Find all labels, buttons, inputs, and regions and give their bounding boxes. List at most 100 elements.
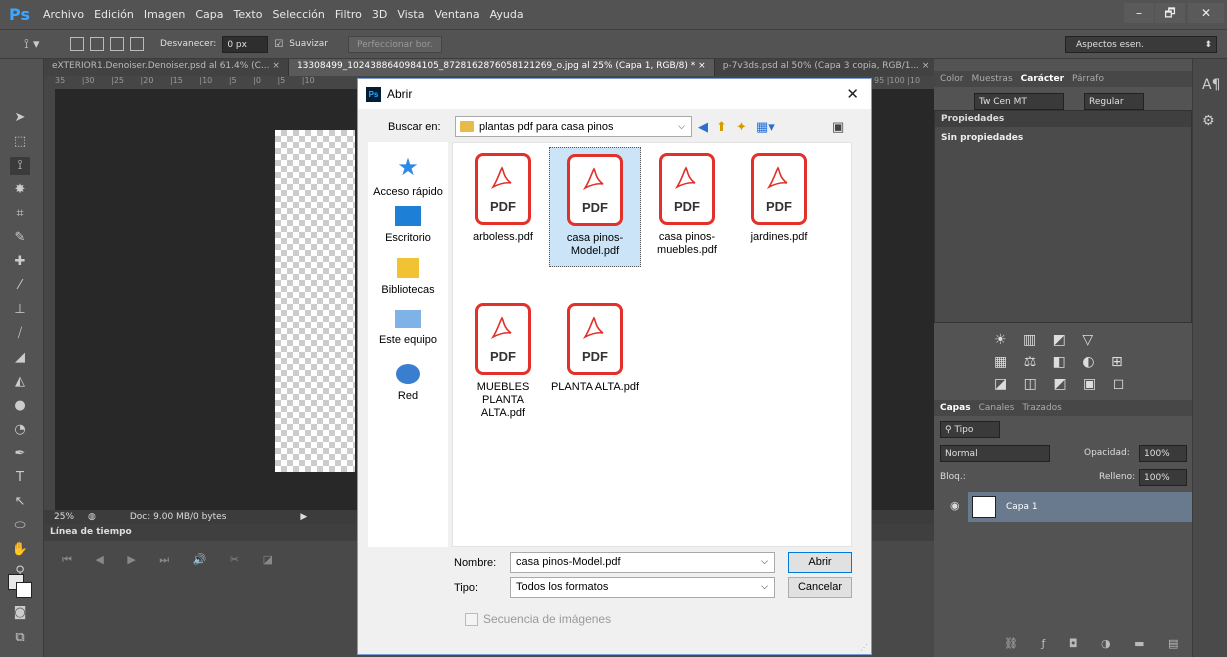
resize-grip-icon[interactable]: ⋰ (860, 643, 868, 652)
marquee-tool-icon[interactable]: ⬚ (10, 133, 30, 151)
layer-filter-select[interactable]: ⚲ Tipo (940, 421, 1000, 438)
move-tool-icon[interactable]: ➤ (10, 109, 30, 127)
hand-tool-icon[interactable]: ✋ (10, 541, 30, 559)
place-network[interactable]: Red (368, 364, 448, 402)
refine-edge-button[interactable]: Perfeccionar bor. (347, 35, 442, 53)
new-folder-icon[interactable]: ✦ (736, 119, 747, 135)
doc-tab-p7v3ds[interactable]: p-7v3ds.psd al 50% (Capa 3 copia, RGB/1.… (715, 59, 939, 76)
up-folder-icon[interactable]: ⬆ (716, 119, 727, 135)
eraser-tool-icon[interactable]: ◢ (10, 349, 30, 367)
tab-muestras[interactable]: Muestras (972, 74, 1013, 84)
pdf-file-icon: PDF (751, 153, 807, 225)
tab-caracter[interactable]: Carácter (1021, 74, 1064, 84)
zoom-level[interactable]: 25% (54, 512, 74, 522)
stamp-tool-icon[interactable]: ⊥ (10, 301, 30, 319)
screen-mode-icon[interactable]: ⧉ (10, 629, 30, 647)
background-color-swatch[interactable] (16, 582, 32, 598)
image-sequence-checkbox[interactable] (465, 612, 478, 626)
antialias-checkbox-icon[interactable]: ☑ (274, 39, 283, 50)
close-window-button[interactable]: ✕ (1188, 3, 1224, 23)
tab-trazados[interactable]: Trazados (1022, 403, 1062, 413)
file-item[interactable]: PDF PLANTA ALTA.pdf (549, 297, 641, 417)
file-item[interactable]: PDF MUEBLES PLANTA ALTA.pdf (457, 297, 549, 419)
maximize-button[interactable]: 🗗 (1155, 3, 1185, 23)
adjustment-icons[interactable]: ☀ ▥ ◩ ▽ ▦ ⚖ ◧ ◐ ⊞ ◪ ◫ ◩ ▣ ◻ (994, 329, 1134, 395)
menu-texto[interactable]: Texto (228, 8, 267, 21)
menu-edicion[interactable]: Edición (89, 8, 139, 21)
history-brush-tool-icon[interactable]: ⧸ (10, 325, 30, 343)
properties-panel-icon[interactable]: ⚙ (1202, 113, 1227, 129)
feather-label: Desvanecer: (160, 39, 217, 49)
document-canvas-transparent[interactable] (275, 130, 355, 472)
menu-capa[interactable]: Capa (190, 8, 228, 21)
lasso-icon[interactable]: ⟟ ▾ (24, 37, 64, 52)
minimize-button[interactable]: – (1124, 3, 1154, 23)
shape-tool-icon[interactable]: ⬭ (10, 517, 30, 535)
menu-ventana[interactable]: Ventana (429, 8, 484, 21)
share-icon[interactable]: ◍ (88, 512, 96, 522)
dodge-tool-icon[interactable]: ◔ (10, 421, 30, 439)
filename-input[interactable]: casa pinos-Model.pdf ⌵ (510, 552, 775, 573)
crop-tool-icon[interactable]: ⌗ (10, 205, 30, 223)
magic-wand-tool-icon[interactable]: ✸ (10, 181, 30, 199)
tab-canales[interactable]: Canales (979, 403, 1015, 413)
menu-archivo[interactable]: Archivo (38, 8, 89, 21)
close-dialog-icon[interactable]: ✕ (846, 85, 859, 103)
feather-input[interactable]: 0 px (222, 35, 269, 53)
lasso-tool-icon[interactable]: ⟟ (10, 157, 30, 175)
character-panel-icon[interactable]: A¶ (1202, 77, 1227, 93)
chevron-down-icon: ⬍ (1204, 40, 1212, 50)
file-item[interactable]: PDF arboless.pdf (457, 147, 549, 267)
doc-tab-exterior[interactable]: eXTERIOR1.Denoiser.Denoiser.psd al 61.4%… (44, 59, 289, 76)
open-button[interactable]: Abrir (788, 552, 852, 573)
fill-input[interactable]: 100% (1139, 469, 1187, 486)
back-icon[interactable]: ◀ (698, 119, 708, 135)
file-item[interactable]: PDF jardines.pdf (733, 147, 825, 267)
tab-capas[interactable]: Capas (940, 403, 971, 413)
opacity-input[interactable]: 100% (1139, 445, 1187, 462)
add-selection-icon[interactable] (90, 37, 104, 51)
chevron-down-icon: ⌵ (678, 121, 685, 131)
lookin-select[interactable]: plantas pdf para casa pinos ⌵ (455, 116, 692, 137)
place-quick-access[interactable]: ★ Acceso rápido (368, 156, 448, 199)
cancel-button[interactable]: Cancelar (788, 577, 852, 598)
visibility-eye-icon[interactable]: ◉ (950, 499, 960, 512)
menu-vista[interactable]: Vista (392, 8, 429, 21)
brush-tool-icon[interactable]: ⁄ (10, 277, 30, 295)
doc-tab-active[interactable]: 13308499_1024388640984105_87281628760581… (288, 59, 715, 76)
pen-tool-icon[interactable]: ✒ (10, 445, 30, 463)
menu-filtro[interactable]: Filtro (330, 8, 367, 21)
filetype-select[interactable]: Todos los formatos ⌵ (510, 577, 775, 598)
preview-icon[interactable]: ▣ (832, 119, 844, 135)
menu-ayuda[interactable]: Ayuda (485, 8, 529, 21)
subtract-selection-icon[interactable] (110, 37, 124, 51)
intersect-selection-icon[interactable] (130, 37, 144, 51)
place-this-pc[interactable]: Este equipo (368, 310, 448, 346)
new-selection-icon[interactable] (70, 37, 84, 51)
chevron-down-icon[interactable]: ⌵ (761, 581, 768, 592)
chevron-down-icon[interactable]: ⌵ (761, 556, 768, 567)
file-item-selected[interactable]: PDF casa pinos-Model.pdf (549, 147, 641, 267)
blend-mode-select[interactable]: Normal (940, 445, 1050, 462)
workspace-select[interactable]: Aspectos esen. ⬍ (1065, 36, 1217, 53)
view-menu-icon[interactable]: ▦▾ (756, 119, 775, 135)
font-style-select[interactable]: Regular (1084, 93, 1144, 110)
menu-imagen[interactable]: Imagen (139, 8, 190, 21)
place-desktop[interactable]: Escritorio (368, 206, 448, 244)
font-family-select[interactable]: Tw Cen MT (974, 93, 1064, 110)
status-menu-arrow-icon[interactable]: ▶ (300, 512, 307, 522)
healing-tool-icon[interactable]: ✚ (10, 253, 30, 271)
eyedropper-tool-icon[interactable]: ✎ (10, 229, 30, 247)
quick-mask-icon[interactable]: ◙ (10, 604, 30, 622)
tab-color[interactable]: Color (940, 74, 964, 84)
bucket-tool-icon[interactable]: ◭ (10, 373, 30, 391)
blur-tool-icon[interactable]: ● (10, 397, 30, 415)
tab-parrafo[interactable]: Párrafo (1072, 74, 1104, 84)
type-tool-icon[interactable]: T (10, 469, 30, 487)
menu-seleccion[interactable]: Selección (267, 8, 329, 21)
layer-row[interactable]: Capa 1 (968, 492, 1192, 522)
place-libraries[interactable]: Bibliotecas (368, 258, 448, 296)
file-item[interactable]: PDF casa pinos-muebles.pdf (641, 147, 733, 267)
path-selection-tool-icon[interactable]: ↖ (10, 493, 30, 511)
menu-3d[interactable]: 3D (367, 8, 392, 21)
